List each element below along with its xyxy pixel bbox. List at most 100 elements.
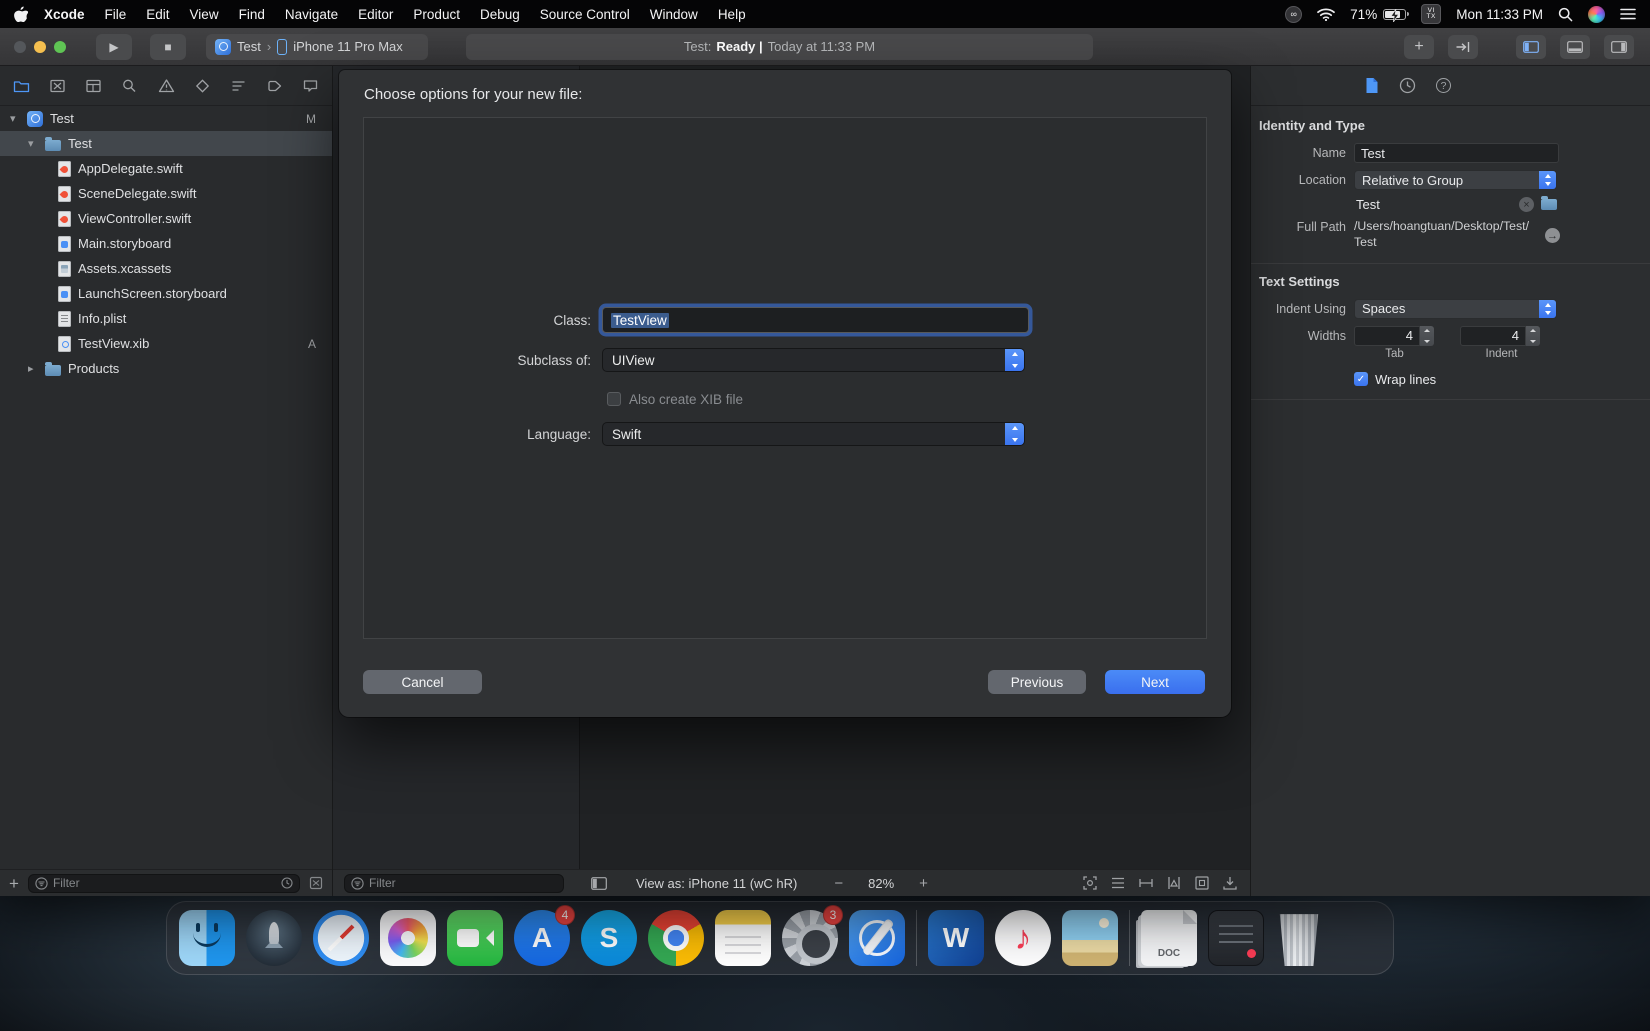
dock-safari-icon[interactable] <box>313 910 369 966</box>
dock-app-store-icon[interactable]: A 4 <box>514 910 570 966</box>
stepper-icon[interactable] <box>1420 326 1434 346</box>
zoom-out-button[interactable]: − <box>834 875 843 892</box>
toggle-navigator-button[interactable] <box>1516 35 1546 59</box>
menu-item-editor[interactable]: Editor <box>348 7 403 22</box>
tab-project-navigator[interactable] <box>12 77 31 95</box>
dock-archive-icon[interactable] <box>1208 910 1264 966</box>
menu-item-navigate[interactable]: Navigate <box>275 7 348 22</box>
indent-using-popup[interactable]: Spaces <box>1354 299 1557 319</box>
align-icon[interactable] <box>1137 874 1155 892</box>
zoom-in-button[interactable]: + <box>919 875 928 892</box>
dock-facetime-icon[interactable] <box>447 910 503 966</box>
input-source-menu[interactable]: VI TX <box>1421 4 1441 24</box>
dock-finder-icon[interactable] <box>179 910 235 966</box>
device-bezels-icon[interactable] <box>1081 874 1099 892</box>
spotlight-search-icon[interactable] <box>1558 7 1573 22</box>
update-frames-icon[interactable] <box>1109 874 1127 892</box>
previous-button[interactable]: Previous <box>988 670 1086 694</box>
dock-launchpad-icon[interactable] <box>246 910 302 966</box>
tab-issue-navigator[interactable] <box>157 77 176 95</box>
close-window-button[interactable] <box>14 41 26 53</box>
flagged-filter-icon[interactable] <box>309 876 323 890</box>
battery-status[interactable]: 71% <box>1350 7 1406 22</box>
add-file-button[interactable]: + <box>9 875 19 892</box>
choose-folder-icon[interactable] <box>1541 199 1557 210</box>
file-row[interactable]: SceneDelegate.swift <box>0 181 332 206</box>
run-button[interactable]: ▶ <box>96 34 132 60</box>
menu-item-help[interactable]: Help <box>708 7 756 22</box>
dock-music-icon[interactable]: ♪ <box>995 910 1051 966</box>
menu-item-window[interactable]: Window <box>640 7 708 22</box>
indent-width-stepper[interactable]: 4 <box>1460 326 1540 346</box>
dock-pictures-icon[interactable] <box>1062 910 1118 966</box>
tab-report-navigator[interactable] <box>301 77 320 95</box>
outline-filter-field[interactable] <box>344 874 564 893</box>
project-row[interactable]: ▾ Test M <box>0 106 332 131</box>
view-as-label[interactable]: View as: iPhone 11 (wC hR) <box>636 876 797 891</box>
tab-width-value[interactable]: 4 <box>1354 326 1420 346</box>
menu-item-find[interactable]: Find <box>229 7 275 22</box>
menu-item-edit[interactable]: Edit <box>136 7 179 22</box>
dock-chrome-icon[interactable] <box>648 910 704 966</box>
location-popup[interactable]: Relative to Group <box>1354 170 1557 190</box>
toggle-inspector-button[interactable] <box>1604 35 1634 59</box>
dock-system-preferences-icon[interactable]: 3 <box>782 910 838 966</box>
tab-find-navigator[interactable] <box>120 77 139 95</box>
menu-bar-clock[interactable]: Mon 11:33 PM <box>1456 7 1543 22</box>
dock-word-icon[interactable]: W <box>928 910 984 966</box>
wifi-icon[interactable] <box>1317 8 1335 21</box>
tab-width-stepper[interactable]: 4 <box>1354 326 1434 346</box>
file-row[interactable]: Info.plist <box>0 306 332 331</box>
embed-in-icon[interactable] <box>1193 874 1211 892</box>
products-group-row[interactable]: ▸ Products <box>0 356 332 381</box>
tab-test-navigator[interactable] <box>193 77 212 95</box>
disclosure-open-icon[interactable]: ▾ <box>28 137 38 150</box>
filter-input[interactable] <box>369 876 557 890</box>
outline-toggle-icon[interactable] <box>591 877 607 890</box>
disclosure-closed-icon[interactable]: ▸ <box>28 362 38 375</box>
group-row-selected[interactable]: ▾ Test <box>0 131 332 156</box>
tab-history-inspector[interactable] <box>1399 77 1416 94</box>
stop-button[interactable]: ■ <box>150 34 186 60</box>
file-row[interactable]: Main.storyboard <box>0 231 332 256</box>
zoom-window-button[interactable] <box>54 41 66 53</box>
menu-app-name[interactable]: Xcode <box>34 7 95 22</box>
creative-cloud-icon[interactable]: ∞ <box>1285 6 1302 23</box>
file-row[interactable]: AppDelegate.swift <box>0 156 332 181</box>
tab-quick-help-inspector[interactable]: ? <box>1436 78 1451 93</box>
next-button[interactable]: Next <box>1105 670 1205 694</box>
navigator-filter-field[interactable] <box>28 874 300 893</box>
stepper-icon[interactable] <box>1526 326 1540 346</box>
filter-input[interactable] <box>53 876 276 890</box>
menu-item-debug[interactable]: Debug <box>470 7 530 22</box>
menu-item-product[interactable]: Product <box>403 7 470 22</box>
siri-icon[interactable] <box>1588 6 1605 23</box>
scheme-selector[interactable]: Test › iPhone 11 Pro Max <box>206 34 428 60</box>
tab-symbol-navigator[interactable] <box>84 77 103 95</box>
clear-location-icon[interactable]: × <box>1519 197 1534 212</box>
resolve-layout-icon[interactable] <box>1221 874 1239 892</box>
language-popup[interactable]: Swift <box>602 422 1025 446</box>
menu-item-source-control[interactable]: Source Control <box>530 7 640 22</box>
tab-file-inspector[interactable] <box>1365 77 1379 94</box>
file-row[interactable]: TestView.xib A <box>0 331 332 356</box>
disclosure-open-icon[interactable]: ▾ <box>10 112 20 125</box>
file-row[interactable]: Assets.xcassets <box>0 256 332 281</box>
add-constraints-icon[interactable] <box>1165 874 1183 892</box>
wrap-lines-checkbox[interactable]: ✓ <box>1354 372 1368 386</box>
dock-notes-icon[interactable] <box>715 910 771 966</box>
dock-trash-icon[interactable] <box>1275 912 1323 966</box>
dock-documents-icon[interactable]: DOC <box>1141 910 1197 966</box>
tab-source-control[interactable] <box>48 77 67 95</box>
class-field[interactable]: TestView <box>602 307 1029 333</box>
file-row[interactable]: ViewController.swift <box>0 206 332 231</box>
editor-options-button[interactable] <box>1448 35 1478 59</box>
tab-debug-navigator[interactable] <box>229 77 248 95</box>
apple-menu[interactable] <box>14 6 28 22</box>
menu-item-view[interactable]: View <box>180 7 229 22</box>
dock-photos-icon[interactable] <box>380 910 436 966</box>
cancel-button[interactable]: Cancel <box>363 670 482 694</box>
menu-item-file[interactable]: File <box>95 7 137 22</box>
name-field[interactable]: Test <box>1354 143 1559 163</box>
library-add-button[interactable]: + <box>1404 35 1434 59</box>
